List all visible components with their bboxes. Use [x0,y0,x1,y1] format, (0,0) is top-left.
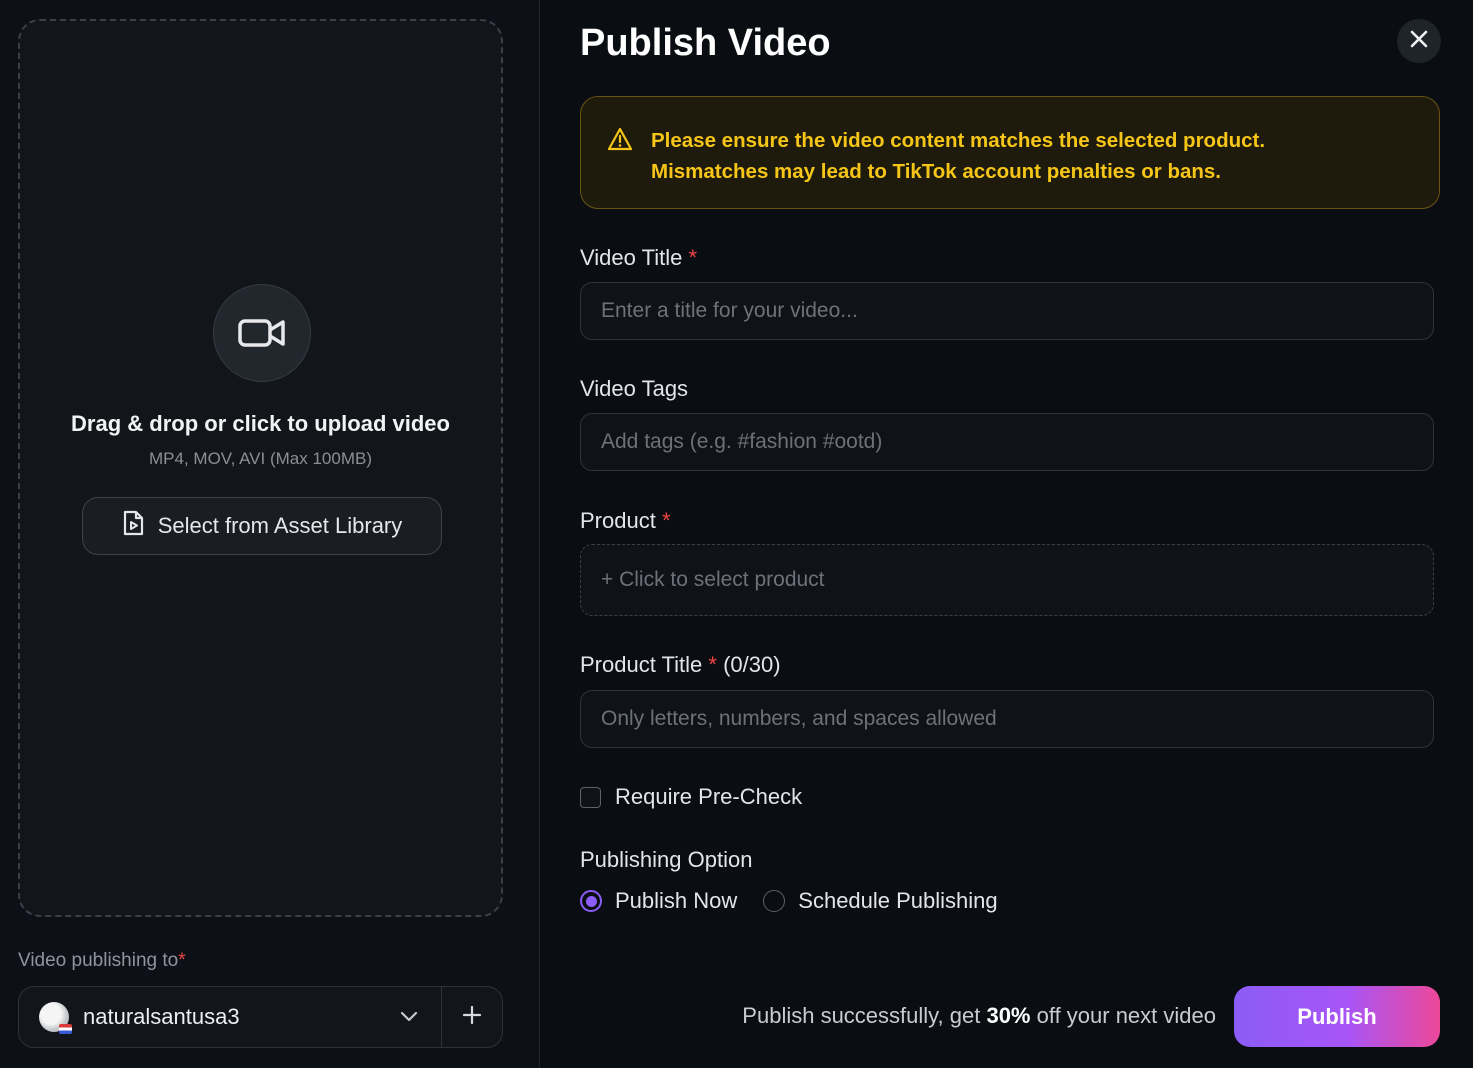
warning-triangle-icon [607,127,633,156]
plus-icon [462,1005,482,1030]
upload-formats: MP4, MOV, AVI (Max 100MB) [149,449,372,468]
required-mark: * [708,652,717,677]
video-tags-input[interactable] [580,413,1434,471]
us-flag-icon [59,1024,72,1034]
required-mark: * [688,245,698,270]
promo-text: Publish successfully, get 30% off your n… [742,1003,1216,1028]
right-panel: Publish Video Please ensure the video co… [541,0,1473,1068]
radio-button-selected[interactable] [580,890,602,912]
dialog-title: Publish Video [580,22,831,64]
publish-button[interactable]: Publish [1234,986,1440,1047]
checkbox-box[interactable] [580,786,601,808]
publishing-option-label: Publishing Option [580,847,753,872]
add-account-button[interactable] [442,987,502,1047]
warning-line-2: Mismatches may lead to TikTok account pe… [651,160,1221,183]
asset-button-label: Select from Asset Library [157,513,403,538]
required-mark: * [661,508,671,533]
promo-discount: 30% [986,1003,1031,1028]
required-mark: * [178,950,186,971]
account-name: naturalsantusa3 [83,1004,240,1029]
warning-line-1: Please ensure the video content matches … [651,129,1266,152]
publishing-to-label: Video publishing to* [18,950,186,971]
publish-video-modal: Drag & drop or click to upload video MP4… [0,0,1473,1068]
account-selector: naturalsantusa3 [18,986,503,1048]
close-icon [1409,29,1429,54]
video-title-input[interactable] [580,282,1434,340]
video-upload-dropzone[interactable]: Drag & drop or click to upload video MP4… [18,19,503,917]
warning-banner: Please ensure the video content matches … [580,96,1440,209]
video-title-label: Video Title * [580,245,698,270]
product-title-label: Product Title * (0/30) [580,652,781,677]
video-tags-label: Video Tags [580,376,689,401]
radio-schedule-publishing[interactable]: Schedule Publishing [763,888,998,914]
file-video-icon [122,510,144,542]
product-title-input[interactable] [580,690,1434,748]
left-panel: Drag & drop or click to upload video MP4… [0,0,540,1068]
upload-title: Drag & drop or click to upload video [71,411,450,436]
precheck-label: Require Pre-Check [615,784,803,809]
close-button[interactable] [1397,19,1441,63]
warning-text: Please ensure the video content matches … [651,125,1265,187]
character-counter: (0/30) [723,652,781,677]
account-dropdown[interactable]: naturalsantusa3 [19,987,441,1047]
product-label: Product * [580,508,671,533]
select-product-button[interactable]: + Click to select product [580,544,1434,616]
select-asset-library-button[interactable]: Select from Asset Library [82,497,442,555]
video-camera-icon [213,284,311,382]
schedule-publishing-label: Schedule Publishing [798,888,998,913]
chevron-down-icon [389,1011,429,1023]
avatar [39,1002,72,1034]
require-precheck-checkbox[interactable]: Require Pre-Check [580,784,802,810]
publishing-option-group: Publish Now Schedule Publishing [580,888,1024,914]
publish-now-label: Publish Now [615,888,738,913]
radio-button[interactable] [763,890,786,912]
radio-publish-now[interactable]: Publish Now [580,888,737,914]
